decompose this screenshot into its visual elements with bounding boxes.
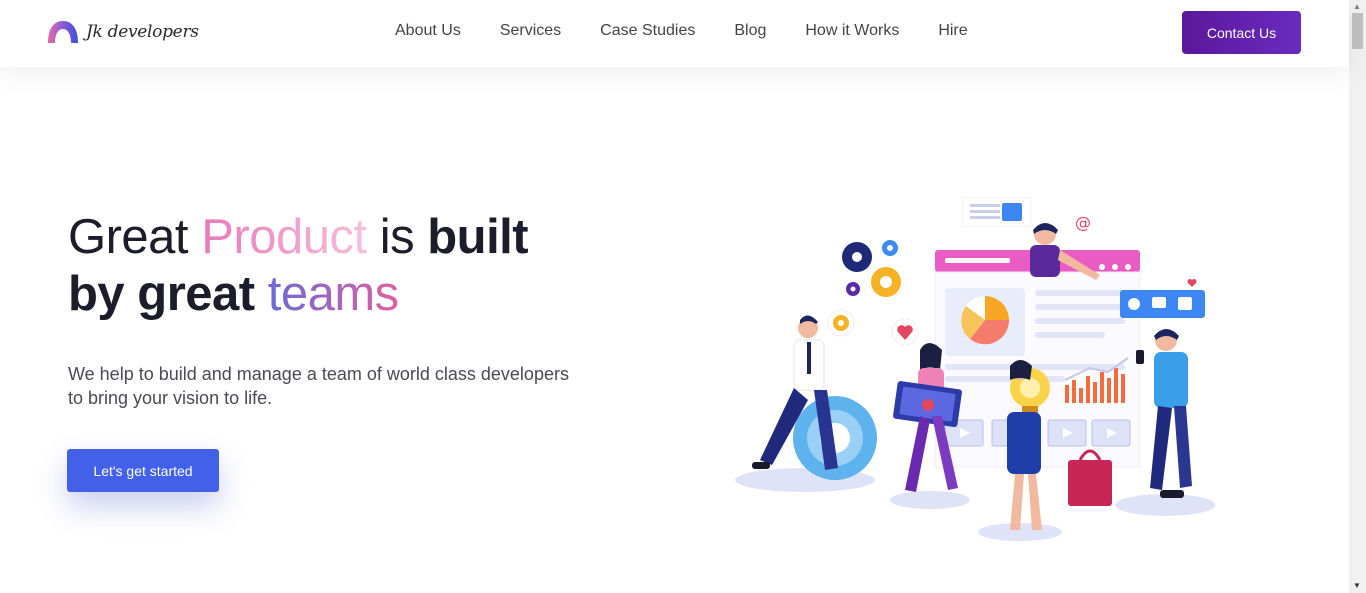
hero-headline: Great Product is built by great teams <box>68 209 688 323</box>
top-navbar: Jk developers About Us Services Case Stu… <box>0 0 1349 67</box>
logo-wordmark: Jk developers <box>86 22 199 42</box>
nav-services[interactable]: Services <box>500 22 561 40</box>
get-started-button[interactable]: Let's get started <box>67 449 219 492</box>
scroll-thumb[interactable] <box>1352 13 1363 49</box>
nav-case-studies[interactable]: Case Studies <box>600 22 695 40</box>
headline-word-teams: teams <box>267 267 399 321</box>
headline-word-is: is <box>379 210 415 264</box>
arch-logo-icon <box>48 21 78 43</box>
hero-subtitle: We help to build and manage a team of wo… <box>68 362 628 410</box>
headline-word-by-great: by great <box>68 267 255 321</box>
nav-how-it-works[interactable]: How it Works <box>805 22 899 40</box>
nav-hire[interactable]: Hire <box>938 22 967 40</box>
contact-us-button[interactable]: Contact Us <box>1182 11 1301 54</box>
scroll-up-arrow-icon[interactable]: ▲ <box>1353 3 1361 11</box>
headline-word-product: Product <box>201 210 367 264</box>
page-scrollbar[interactable]: ▲ ▼ <box>1349 0 1366 593</box>
headline-word-built: built <box>427 210 529 264</box>
brand-logo[interactable]: Jk developers <box>47 19 199 45</box>
nav-blog[interactable]: Blog <box>734 22 766 40</box>
main-nav: About Us Services Case Studies Blog How … <box>395 22 1007 40</box>
hero-subtitle-line-2: to bring your vision to life. <box>68 388 273 408</box>
nav-about-us[interactable]: About Us <box>395 22 461 40</box>
scroll-down-arrow-icon[interactable]: ▼ <box>1353 582 1361 590</box>
at-sign-badge: @ <box>1075 213 1091 232</box>
team-collaboration-illustration: @ <box>735 197 1215 541</box>
headline-word-great: Great <box>68 210 189 264</box>
hero-subtitle-line-1: We help to build and manage a team of wo… <box>68 364 569 384</box>
